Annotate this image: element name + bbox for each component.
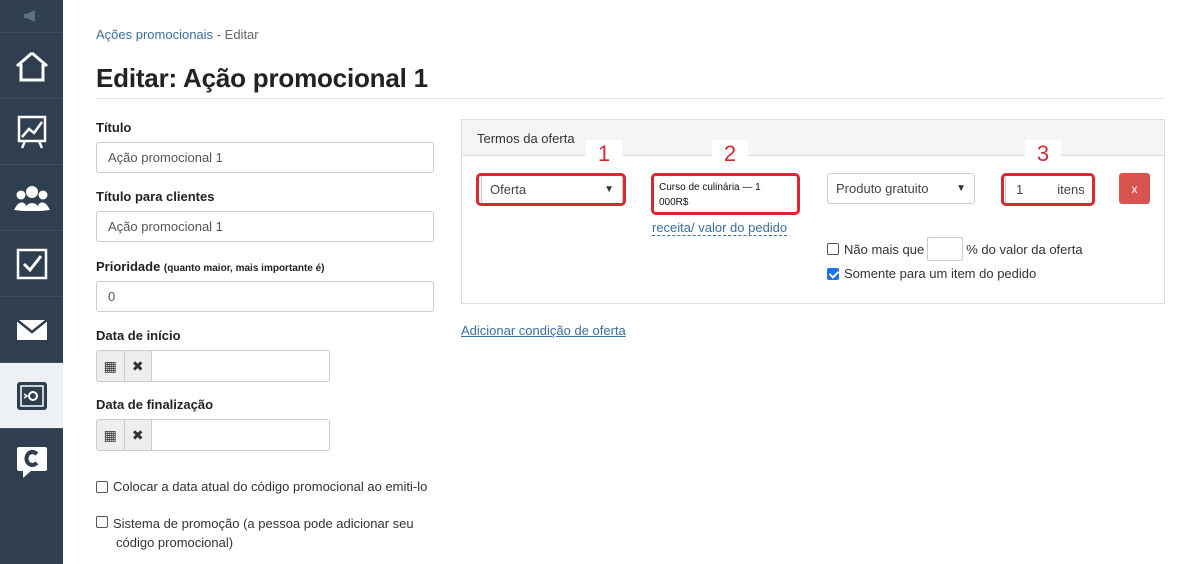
- product-type-select[interactable]: Produto gratuito ▼: [827, 173, 975, 204]
- sidebar-item-home[interactable]: [0, 32, 63, 98]
- sidebar-item-users[interactable]: [0, 164, 63, 230]
- priority-hint: (quanto maior, mais importante é): [163, 263, 325, 274]
- annotation-label-2: 2: [712, 140, 748, 168]
- sidebar-item-stats[interactable]: [0, 98, 63, 164]
- add-offer-condition-link[interactable]: Adicionar condição de oferta: [461, 323, 626, 338]
- sidebar-item-settings[interactable]: [0, 362, 63, 428]
- end-date-label: Data de finalização: [96, 397, 214, 412]
- client-title-label: Título para clientes: [96, 189, 215, 204]
- sidebar-item-tasks[interactable]: [0, 230, 63, 296]
- mail-icon: [15, 318, 48, 340]
- remove-offer-button[interactable]: x: [1119, 173, 1150, 204]
- chart-icon: [17, 115, 46, 148]
- product-type-value: Produto gratuito: [836, 181, 929, 196]
- sidebar-top[interactable]: [0, 0, 63, 32]
- current-date-checkbox[interactable]: [96, 481, 108, 493]
- title-label: Título: [96, 120, 132, 135]
- close-icon: ✖: [131, 357, 144, 374]
- megaphone-icon: [23, 10, 35, 22]
- priority-label: Prioridade (quanto maior, mais important…: [96, 259, 325, 274]
- current-date-checkbox-row[interactable]: Colocar a data atual do código promocion…: [96, 479, 427, 494]
- sidebar-item-chat[interactable]: [0, 428, 63, 494]
- revenue-link[interactable]: receita/ valor do pedido: [652, 220, 788, 236]
- end-date-input[interactable]: [152, 420, 329, 450]
- start-date-label: Data de início: [96, 328, 181, 343]
- promo-system-checkbox-label: Sistema de promoção (a pessoa pode adici…: [113, 514, 414, 552]
- only-one-item-checkbox[interactable]: [827, 268, 839, 280]
- title-input[interactable]: [96, 142, 434, 173]
- annotation-label-3: 3: [1025, 140, 1061, 168]
- start-date-calendar-button[interactable]: ▦: [97, 351, 125, 381]
- sidebar-item-mail[interactable]: [0, 296, 63, 362]
- annotation-label-1: 1: [586, 140, 622, 168]
- calendar-icon: ▦: [103, 426, 117, 443]
- end-date-calendar-button[interactable]: ▦: [97, 420, 125, 450]
- priority-input[interactable]: [96, 281, 434, 312]
- promo-system-label-line1: Sistema de promoção (a pessoa pode adici…: [113, 516, 414, 531]
- only-one-item-row[interactable]: Somente para um item do pedido: [827, 266, 1036, 281]
- breadcrumb-current: Editar: [224, 27, 259, 42]
- start-date-clear-button[interactable]: ✖: [124, 351, 152, 381]
- client-title-input[interactable]: [96, 211, 434, 242]
- calendar-icon: ▦: [103, 357, 117, 374]
- max-pct-suffix: % do valor da oferta: [966, 241, 1083, 257]
- annotation-box-2: [651, 173, 800, 215]
- promo-system-checkbox[interactable]: [96, 516, 108, 528]
- end-date-group: ▦ ✖: [96, 419, 330, 451]
- start-date-group: ▦ ✖: [96, 350, 330, 382]
- only-one-item-label: Somente para um item do pedido: [844, 266, 1037, 281]
- max-pct-checkbox[interactable]: [827, 243, 839, 255]
- sidebar: [0, 0, 63, 564]
- offer-terms-panel: Termos da oferta Oferta ▼ 1 Curso de cul…: [461, 119, 1165, 304]
- annotation-box-3: [1001, 173, 1095, 206]
- close-icon: ✖: [131, 426, 144, 443]
- page-title: Editar: Ação promocional 1: [96, 63, 428, 93]
- title-divider: [96, 98, 1165, 99]
- priority-label-text: Prioridade: [96, 259, 161, 274]
- max-pct-prefix: Não mais que: [844, 241, 925, 257]
- chat-c-icon: [16, 446, 47, 478]
- promo-system-label-line2: código promocional): [116, 535, 234, 550]
- home-icon: [15, 51, 48, 81]
- breadcrumb-promotions-link[interactable]: Ações promocionais: [96, 27, 213, 42]
- end-date-clear-button[interactable]: ✖: [124, 420, 152, 450]
- users-icon: [13, 185, 50, 211]
- promo-system-checkbox-row[interactable]: Sistema de promoção (a pessoa pode adici…: [96, 514, 426, 552]
- max-pct-input[interactable]: [927, 237, 964, 261]
- current-date-checkbox-label: Colocar a data atual do código promocion…: [113, 479, 428, 494]
- breadcrumb-separator: -: [216, 27, 222, 42]
- checkbox-icon: [16, 248, 47, 279]
- max-pct-row: Não mais que % do valor da oferta: [827, 237, 1083, 261]
- breadcrumb: Ações promocionais - Editar: [96, 27, 259, 42]
- chevron-down-icon: ▼: [956, 183, 966, 194]
- settings-icon: [16, 381, 47, 410]
- annotation-box-1: [476, 173, 626, 206]
- start-date-input[interactable]: [152, 351, 329, 381]
